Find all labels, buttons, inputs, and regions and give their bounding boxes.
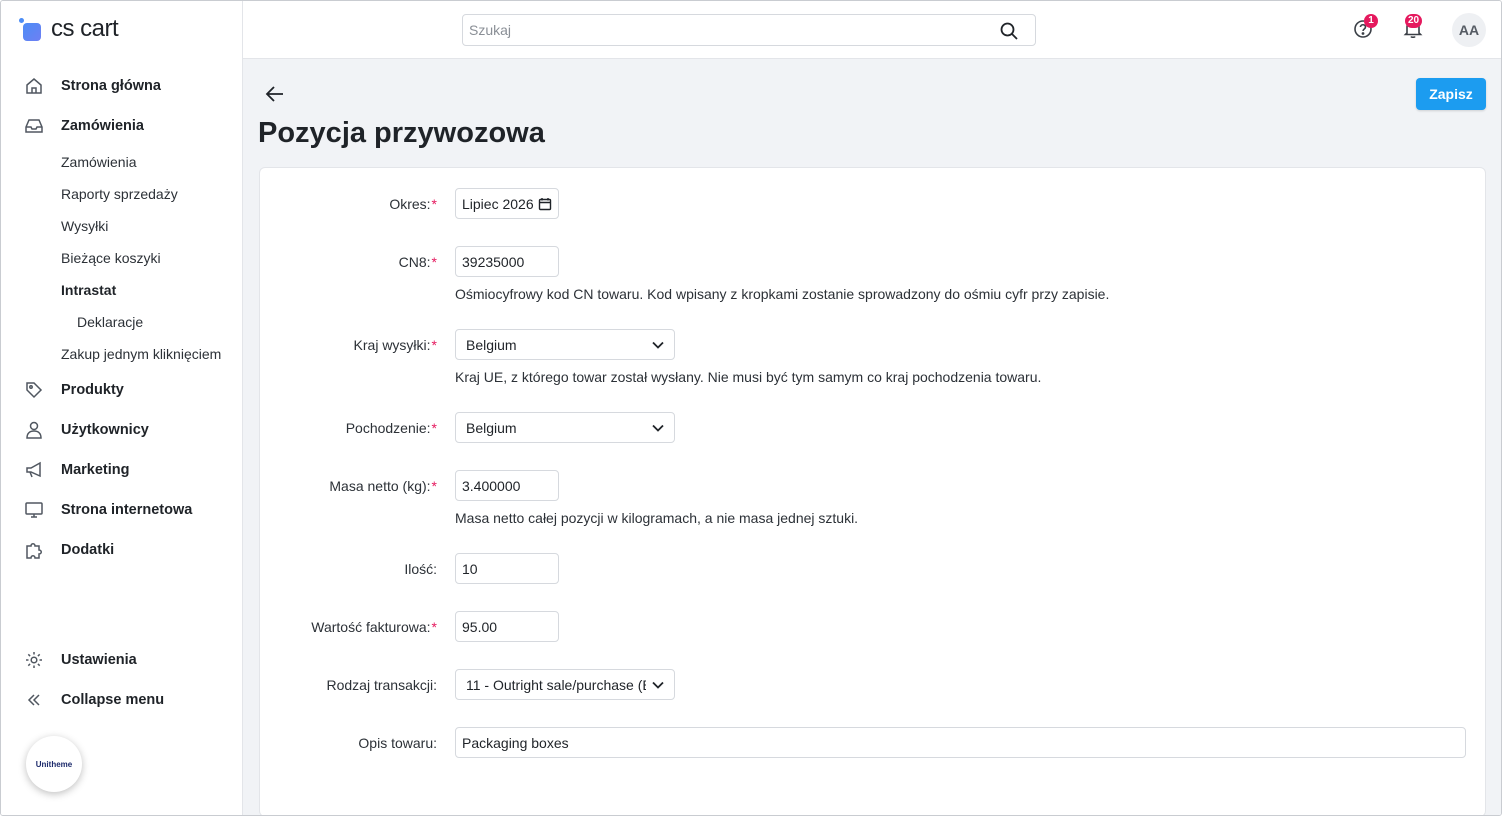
sidebar-item-label: Produkty <box>61 382 124 398</box>
form-card: Okres:* Lipiec 2026 CN8:* Ośmiocyfrowy k… <box>259 167 1486 815</box>
sidebar-item-label: Strona główna <box>61 78 161 94</box>
dispatch-country-select[interactable]: Belgium <box>455 329 675 360</box>
unitheme-logo-text: Unitheme <box>35 759 73 769</box>
sidebar-item-users[interactable]: Użytkownicy <box>23 418 149 442</box>
field-label: Pochodzenie:* <box>345 420 437 436</box>
back-arrow-icon[interactable] <box>265 85 285 103</box>
sidebar-item-label: Użytkownicy <box>61 422 149 438</box>
page-title: Pozycja przywozowa <box>258 117 545 149</box>
cs-cart-logo-icon <box>19 17 43 41</box>
notifications-badge: 20 <box>1405 14 1423 28</box>
sidebar-subitem-shipments[interactable]: Wysyłki <box>61 218 108 234</box>
main-content: Zapisz Pozycja przywozowa Okres:* Lipiec… <box>243 59 1501 815</box>
logo[interactable]: cs cart <box>19 13 119 45</box>
search-icon[interactable] <box>999 21 1019 41</box>
inbox-icon <box>23 115 45 137</box>
chevron-down-icon <box>652 341 664 349</box>
unitheme-badge[interactable]: Unitheme <box>26 736 82 792</box>
save-button[interactable]: Zapisz <box>1416 78 1486 110</box>
period-month-input[interactable]: Lipiec 2026 <box>455 188 559 219</box>
sidebar-item-marketing[interactable]: Marketing <box>23 458 130 482</box>
puzzle-icon <box>23 539 45 561</box>
sidebar-item-label: Collapse menu <box>61 692 165 708</box>
avatar[interactable]: AA <box>1452 13 1486 47</box>
home-icon <box>23 75 45 97</box>
calendar-icon <box>538 197 552 210</box>
search-box <box>462 14 1036 46</box>
sidebar-item-label: Dodatki <box>61 542 115 558</box>
sidebar-item-label: Zamówienia <box>61 118 144 134</box>
field-label: Wartość fakturowa:* <box>311 619 437 635</box>
sidebar-item-label: Ustawienia <box>61 652 137 668</box>
sidebar-item-home[interactable]: Strona główna <box>23 74 161 98</box>
help-button[interactable]: 1 <box>1352 14 1378 41</box>
transaction-type-select[interactable]: 11 - Outright sale/purchase (B <box>455 669 675 700</box>
sidebar-item-settings[interactable]: Ustawienia <box>23 648 137 672</box>
field-label: Ilość: <box>404 561 437 577</box>
help-badge: 1 <box>1364 14 1378 28</box>
sidebar-item-website[interactable]: Strona internetowa <box>23 498 192 522</box>
double-chevron-left-icon <box>23 689 45 711</box>
megaphone-icon <box>23 459 45 481</box>
sidebar-subitem-carts[interactable]: Bieżące koszyki <box>61 250 161 266</box>
collapse-menu-button[interactable]: Collapse menu <box>23 688 164 712</box>
field-label: Masa netto (kg):* <box>329 478 437 494</box>
notifications-button[interactable]: 20 <box>1402 14 1426 41</box>
invoice-value-input[interactable] <box>455 611 559 642</box>
description-input[interactable] <box>455 727 1466 758</box>
field-label: CN8:* <box>398 254 437 270</box>
sidebar-subitem-declarations[interactable]: Deklaracje <box>77 314 143 330</box>
app-window: cs cart Strona główna Zamówienia Zamówie… <box>0 0 1502 816</box>
gear-icon <box>23 649 45 671</box>
sidebar-subitem-sales-reports[interactable]: Raporty sprzedaży <box>61 186 178 202</box>
net-mass-input[interactable] <box>455 470 559 501</box>
cn8-input[interactable] <box>455 246 559 277</box>
net-mass-help-text: Masa netto całej pozycji w kilogramach, … <box>455 510 859 526</box>
field-label: Kraj wysyłki:* <box>353 337 437 353</box>
field-label: Rodzaj transakcji: <box>326 677 438 693</box>
logo-text: cs cart <box>51 15 119 42</box>
field-label: Okres:* <box>389 196 437 212</box>
sidebar-subitem-orders[interactable]: Zamówienia <box>61 154 136 170</box>
cn8-help-text: Ośmiocyfrowy kod CN towaru. Kod wpisany … <box>455 286 1110 302</box>
sidebar: cs cart Strona główna Zamówienia Zamówie… <box>1 1 243 815</box>
search-input[interactable] <box>463 15 983 45</box>
sidebar-item-label: Marketing <box>61 462 130 478</box>
topbar: 1 20 AA <box>243 1 1501 59</box>
sidebar-item-products[interactable]: Produkty <box>23 378 124 402</box>
origin-select[interactable]: Belgium <box>455 412 675 443</box>
field-label: Opis towaru: <box>358 735 437 751</box>
tag-icon <box>23 379 45 401</box>
chevron-down-icon <box>652 424 664 432</box>
sidebar-subitem-one-click[interactable]: Zakup jednym kliknięciem <box>61 346 221 362</box>
user-icon <box>23 419 45 441</box>
chevron-down-icon <box>652 681 664 689</box>
sidebar-item-label: Strona internetowa <box>61 502 193 518</box>
dispatch-country-help-text: Kraj UE, z którego towar został wysłany.… <box>455 369 1042 385</box>
sidebar-item-addons[interactable]: Dodatki <box>23 538 114 562</box>
quantity-input[interactable] <box>455 553 559 584</box>
sidebar-item-orders[interactable]: Zamówienia <box>23 114 144 138</box>
sidebar-subitem-intrastat[interactable]: Intrastat <box>61 282 116 298</box>
monitor-icon <box>23 499 45 521</box>
